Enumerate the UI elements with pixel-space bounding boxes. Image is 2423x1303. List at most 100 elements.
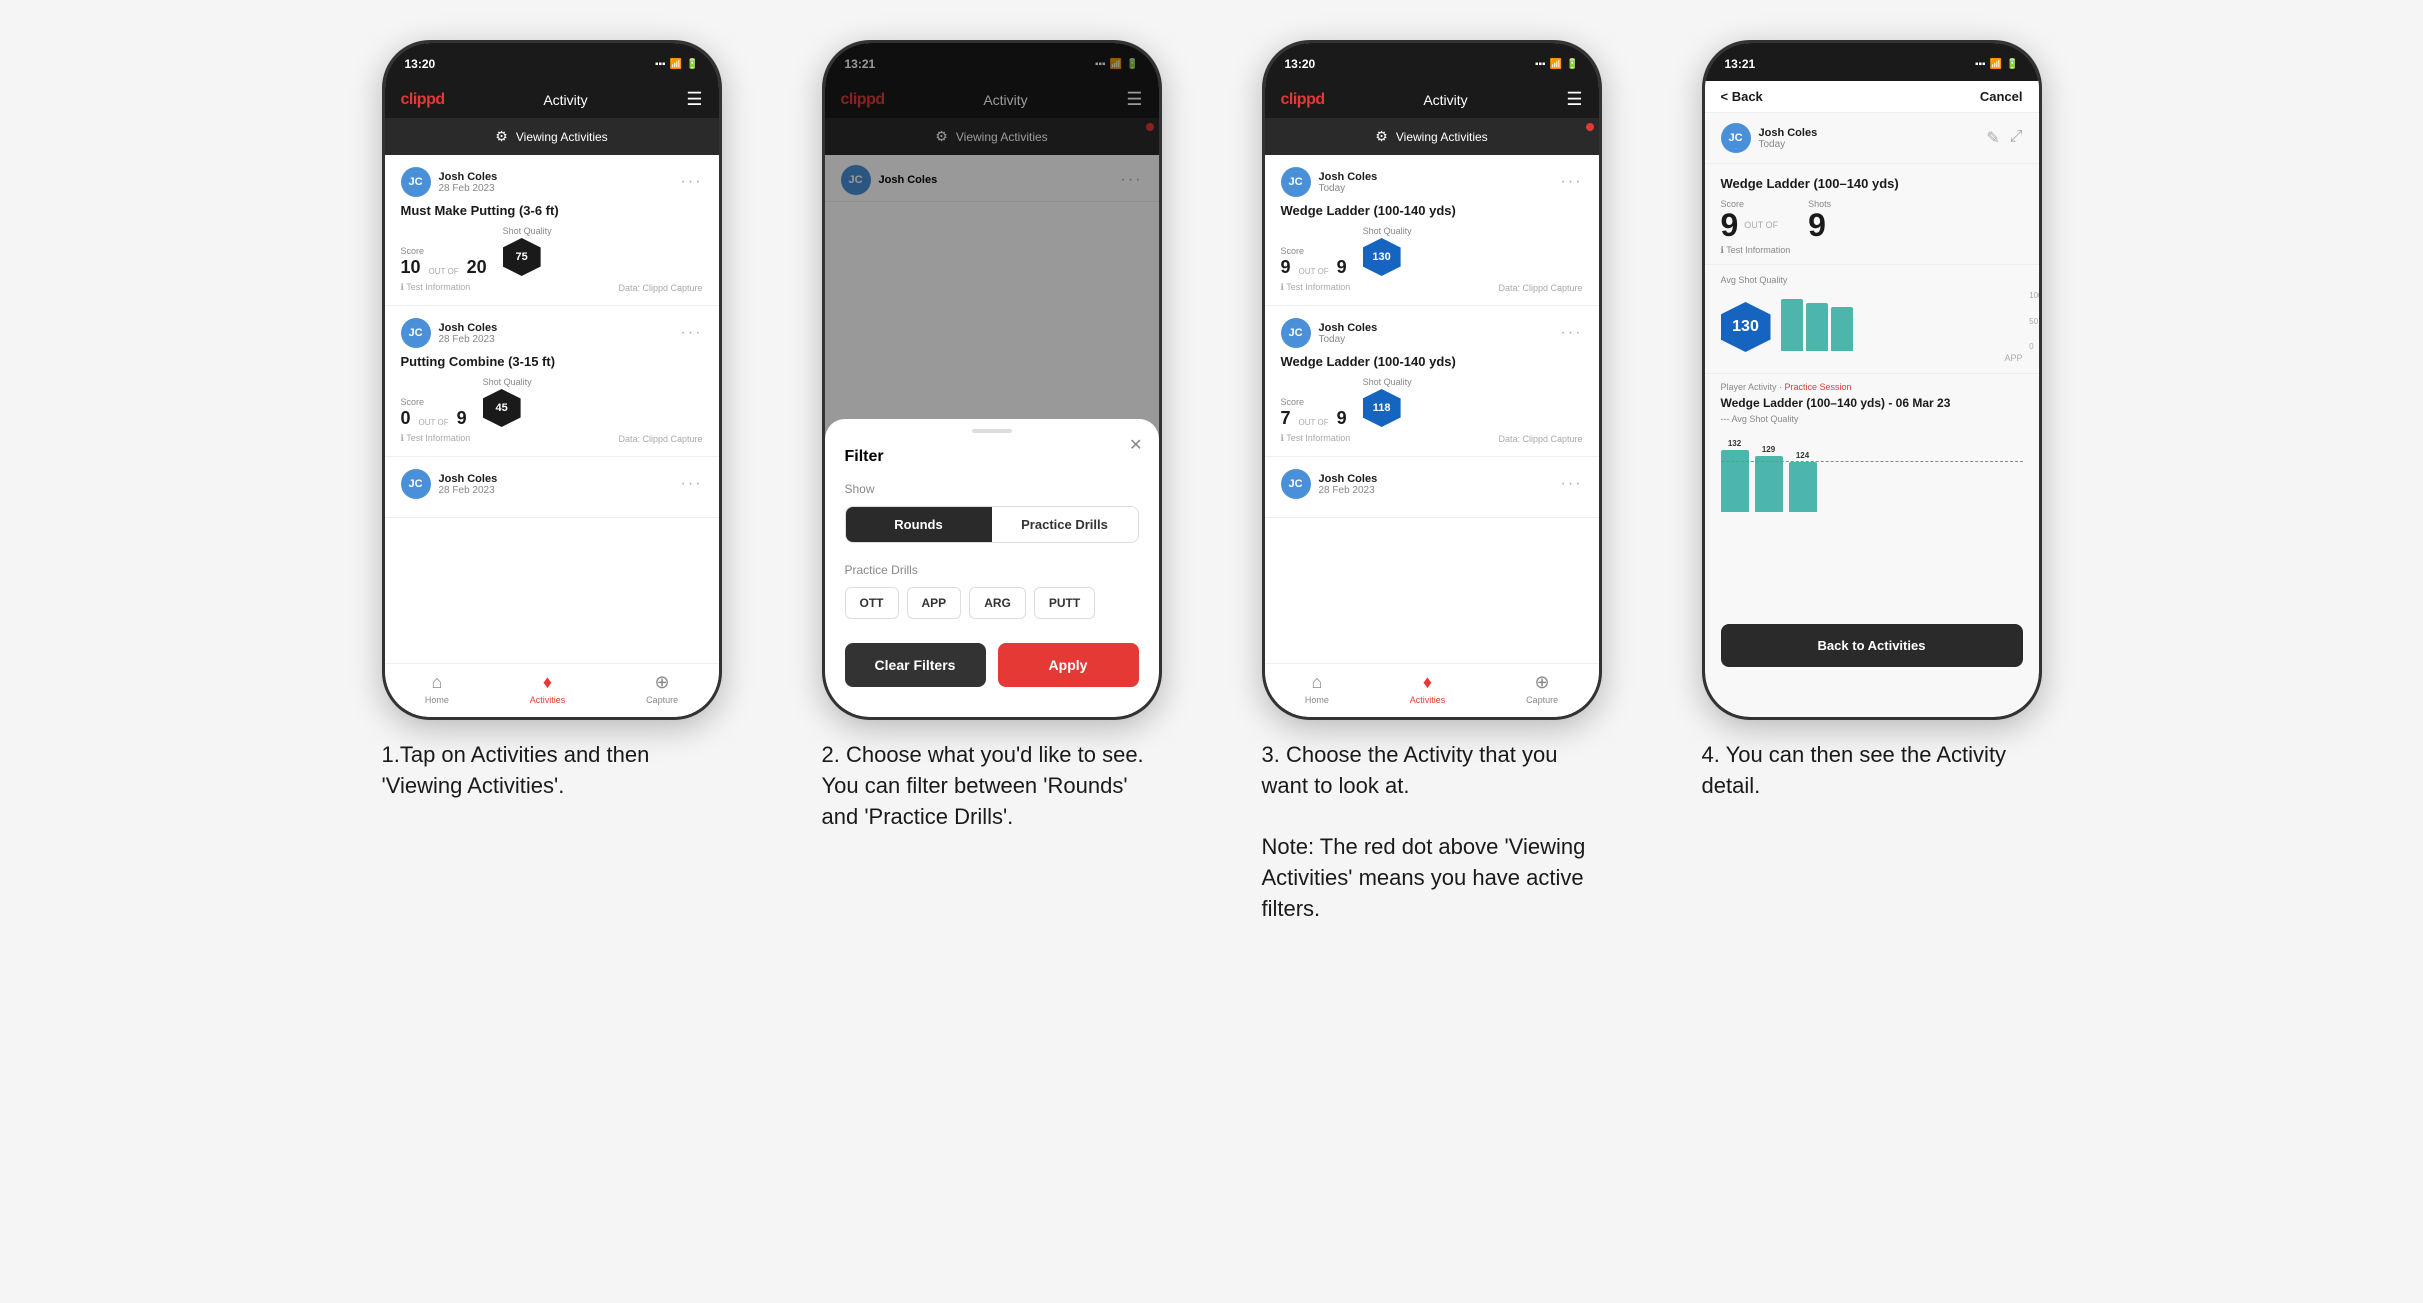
detail-user-name: Josh Coles — [1759, 127, 1818, 139]
nav-home-3[interactable]: ⌂ Home — [1305, 672, 1329, 705]
viewing-banner-1[interactable]: ⚙ Viewing Activities — [385, 118, 719, 155]
session-subtitle: --- Avg Shot Quality — [1705, 414, 2039, 432]
card-footer-3-2: ℹ Test Information Data: Clippd Capture — [1281, 433, 1583, 444]
expand-icon[interactable]: ⤢ — [2010, 128, 2023, 148]
modal-title: Filter — [845, 448, 1139, 466]
nav-home-1[interactable]: ⌂ Home — [425, 672, 449, 705]
nav-activities-3[interactable]: ♦ Activities — [1410, 672, 1446, 705]
session-bar-val-1: 132 — [1728, 439, 1741, 448]
session-bar-rect-2 — [1755, 456, 1783, 512]
status-icons-3: ▪▪▪ 📶 🔋 — [1535, 59, 1579, 70]
detail-avatar-name: JC Josh Coles Today — [1721, 123, 1818, 153]
drill-app[interactable]: APP — [907, 587, 962, 619]
activity-card-3-2[interactable]: JC Josh Coles Today ··· Wedge Ladder (10… — [1265, 306, 1599, 457]
clear-filters-btn[interactable]: Clear Filters — [845, 643, 986, 687]
back-activities-btn[interactable]: Back to Activities — [1721, 624, 2023, 667]
filter-tab-rounds[interactable]: Rounds — [846, 507, 992, 542]
cancel-btn[interactable]: Cancel — [1980, 89, 2023, 104]
more-dots-3-2[interactable]: ··· — [1561, 324, 1583, 342]
bar-chart: 100 50 0 — [1781, 291, 2023, 351]
card-header-1-3: JC Josh Coles 28 Feb 2023 ··· — [401, 469, 703, 499]
notch-1 — [487, 43, 617, 73]
cards-scroll-1[interactable]: JC Josh Coles 28 Feb 2023 ··· Must Make … — [385, 155, 719, 669]
nav-home-label-1: Home — [425, 695, 449, 705]
activity-card-1-1[interactable]: JC Josh Coles 28 Feb 2023 ··· Must Make … — [385, 155, 719, 306]
viewing-banner-label-1: Viewing Activities — [516, 130, 608, 144]
drill-ott[interactable]: OTT — [845, 587, 899, 619]
score-stat-1-1: Score 10 OUT OF 20 — [401, 246, 487, 276]
bottom-nav-3: ⌂ Home ♦ Activities ⊕ Capture — [1265, 663, 1599, 717]
activity-title-3-2: Wedge Ladder (100-140 yds) — [1281, 354, 1583, 369]
stats-row-1-1: Score 10 OUT OF 20 Shot Quality 75 — [401, 226, 703, 276]
top-nav-1: clippd Activity ☰ — [385, 81, 719, 118]
detail-user-date: Today — [1759, 139, 1818, 150]
drill-putt[interactable]: PUTT — [1034, 587, 1095, 619]
score-stat-3-2: Score 7 OUT OF 9 — [1281, 397, 1347, 427]
activity-card-1-2[interactable]: JC Josh Coles 28 Feb 2023 ··· Putting Co… — [385, 306, 719, 457]
nav-title-3: Activity — [1423, 92, 1467, 108]
user-date-3-3: 28 Feb 2023 — [1319, 485, 1378, 496]
avatar-3-2: JC — [1281, 318, 1311, 348]
score-stat-1-2: Score 0 OUT OF 9 — [401, 397, 467, 427]
avatar-name-1-1: JC Josh Coles 28 Feb 2023 — [401, 167, 498, 197]
stats-inline-1-2: 0 OUT OF 9 — [401, 409, 467, 427]
more-dots-1-1[interactable]: ··· — [681, 173, 703, 191]
detail-title: Wedge Ladder (100–140 yds) — [1721, 176, 2023, 191]
edit-icon[interactable]: ✎ — [1986, 128, 1999, 148]
notch-3 — [1367, 43, 1497, 73]
bar-3 — [1831, 307, 1853, 351]
activity-card-3-3[interactable]: JC Josh Coles 28 Feb 2023 ··· — [1265, 457, 1599, 518]
drill-arg[interactable]: ARG — [969, 587, 1026, 619]
activity-title-1-1: Must Make Putting (3-6 ft) — [401, 203, 703, 218]
phone-col-1: 13:20 ▪▪▪ 📶 🔋 clippd Activity ☰ ⚙ Viewin… — [362, 40, 742, 802]
more-dots-1-2[interactable]: ··· — [681, 324, 703, 342]
nav-capture-3[interactable]: ⊕ Capture — [1526, 672, 1558, 705]
nav-capture-label-1: Capture — [646, 695, 678, 705]
detail-shots-val: 9 — [1808, 207, 1826, 243]
status-icons-1: ▪▪▪ 📶 🔋 — [655, 59, 699, 70]
phone-4: 13:21 ▪▪▪ 📶 🔋 < Back Cancel JC — [1702, 40, 2042, 720]
nav-capture-1[interactable]: ⊕ Capture — [646, 672, 678, 705]
avatar-3-3: JC — [1281, 469, 1311, 499]
cards-scroll-3[interactable]: JC Josh Coles Today ··· Wedge Ladder (10… — [1265, 155, 1599, 669]
status-icons-4: ▪▪▪ 📶 🔋 — [1975, 59, 2019, 70]
desc-text-3: 3. Choose the Activity that you want to … — [1262, 740, 1602, 925]
bottom-nav-1: ⌂ Home ♦ Activities ⊕ Capture — [385, 663, 719, 717]
menu-icon-1[interactable]: ☰ — [686, 89, 702, 110]
top-nav-3: clippd Activity ☰ — [1265, 81, 1599, 118]
avatar-name-1-2: JC Josh Coles 28 Feb 2023 — [401, 318, 498, 348]
user-info-1-2: Josh Coles 28 Feb 2023 — [439, 322, 498, 345]
back-btn[interactable]: < Back — [1721, 89, 1763, 104]
apply-btn[interactable]: Apply — [998, 643, 1139, 687]
bar-chart-container: 100 50 0 — [1781, 291, 2023, 363]
show-label: Show — [845, 482, 1139, 496]
avatar-name-3-2: JC Josh Coles Today — [1281, 318, 1378, 348]
modal-close-btn[interactable]: ✕ — [1129, 435, 1142, 455]
more-dots-3-3[interactable]: ··· — [1561, 475, 1583, 493]
avatar-name-1-3: JC Josh Coles 28 Feb 2023 — [401, 469, 498, 499]
viewing-banner-3[interactable]: ⚙ Viewing Activities — [1265, 118, 1599, 155]
user-name-1-1: Josh Coles — [439, 171, 498, 183]
activity-card-3-1[interactable]: JC Josh Coles Today ··· Wedge Ladder (10… — [1265, 155, 1599, 306]
activity-card-1-3[interactable]: JC Josh Coles 28 Feb 2023 ··· — [385, 457, 719, 518]
signal-icon-4: ▪▪▪ — [1975, 59, 1986, 70]
user-name-1-2: Josh Coles — [439, 322, 498, 334]
phone-col-3: 13:20 ▪▪▪ 📶 🔋 clippd Activity ☰ ⚙ Viewin… — [1242, 40, 1622, 925]
nav-activities-1[interactable]: ♦ Activities — [530, 672, 566, 705]
bar-2 — [1806, 303, 1828, 351]
phone-1-inner: 13:20 ▪▪▪ 📶 🔋 clippd Activity ☰ ⚙ Viewin… — [385, 43, 719, 717]
filter-tabs: Rounds Practice Drills — [845, 506, 1139, 543]
filter-tab-practice[interactable]: Practice Drills — [992, 507, 1138, 542]
user-date-3-1: Today — [1319, 183, 1378, 194]
more-dots-1-3[interactable]: ··· — [681, 475, 703, 493]
bar-wrapper-2 — [1806, 303, 1828, 351]
more-dots-3-1[interactable]: ··· — [1561, 173, 1583, 191]
y-label-0: 0 — [2029, 342, 2038, 351]
drills-label: Practice Drills — [845, 563, 1139, 577]
detail-avatar: JC — [1721, 123, 1751, 153]
red-dot-3 — [1586, 123, 1594, 131]
stats-row-3-2: Score 7 OUT OF 9 Shot Quality 118 — [1281, 377, 1583, 427]
detail-info: ℹ Test Information — [1721, 245, 2023, 256]
menu-icon-3[interactable]: ☰ — [1566, 89, 1582, 110]
bar-1 — [1781, 299, 1803, 351]
